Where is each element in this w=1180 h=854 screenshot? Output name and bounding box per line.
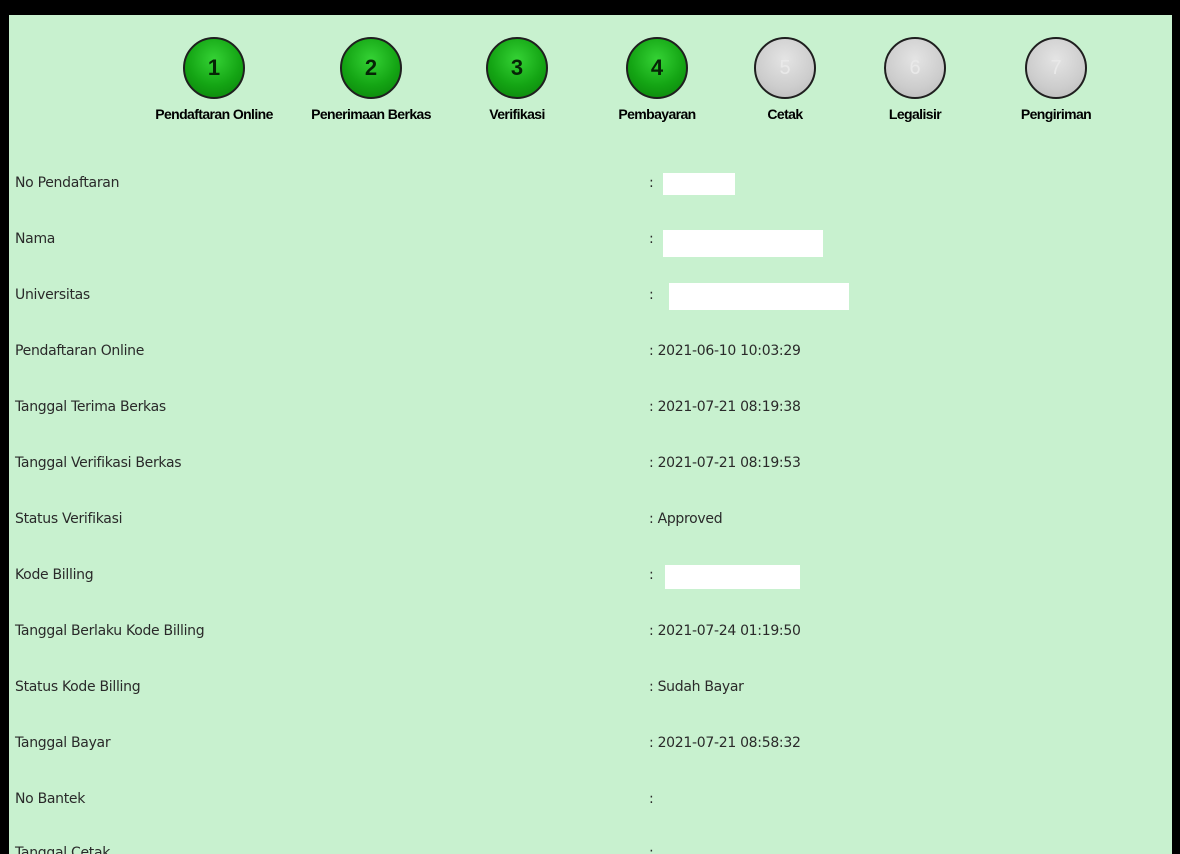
detail-label: Status Verifikasi	[15, 511, 123, 527]
detail-label: Nama	[15, 231, 56, 247]
detail-row-pendaftaran-online: Pendaftaran Online : 2021-06-10 10:03:29	[9, 339, 1172, 369]
detail-row-no-bantek: No Bantek :	[9, 787, 1172, 817]
redaction-box	[669, 283, 849, 310]
detail-label: No Pendaftaran	[15, 175, 120, 191]
detail-row-universitas: Universitas :	[9, 283, 1172, 313]
step-1-circle-icon: 1	[183, 37, 245, 99]
detail-value: : Approved	[649, 511, 723, 527]
step-number: 4	[650, 55, 664, 80]
step-label: Pengiriman	[1020, 106, 1092, 122]
redaction-box	[663, 230, 823, 257]
detail-row-tanggal-cetak: Tanggal Cetak :	[9, 841, 1172, 854]
step-4-circle-icon: 4	[626, 37, 688, 99]
detail-row-tanggal-berlaku-kode-billing: Tanggal Berlaku Kode Billing : 2021-07-2…	[9, 619, 1172, 649]
redaction-box	[663, 173, 735, 195]
step-3-circle-icon: 3	[486, 37, 548, 99]
redaction-box	[665, 565, 800, 589]
detail-value: : 2021-07-21 08:58:32	[649, 735, 801, 751]
detail-value: : 2021-07-21 08:19:53	[649, 455, 801, 471]
step-pengiriman: 7 Pengiriman	[966, 37, 1146, 122]
detail-value: :	[649, 845, 654, 854]
step-5-circle-icon: 5	[754, 37, 816, 99]
detail-value: :	[649, 175, 654, 191]
detail-value: : Sudah Bayar	[649, 679, 744, 695]
detail-row-tanggal-bayar: Tanggal Bayar : 2021-07-21 08:58:32	[9, 731, 1172, 761]
detail-row-tanggal-verifikasi-berkas: Tanggal Verifikasi Berkas : 2021-07-21 0…	[9, 451, 1172, 481]
detail-value: : 2021-07-21 08:19:38	[649, 399, 801, 415]
detail-value: :	[649, 287, 654, 303]
step-2-circle-icon: 2	[340, 37, 402, 99]
detail-row-nama: Nama :	[9, 227, 1172, 257]
detail-row-status-kode-billing: Status Kode Billing : Sudah Bayar	[9, 675, 1172, 705]
detail-label: Tanggal Cetak	[15, 845, 111, 854]
detail-label: Kode Billing	[15, 567, 94, 583]
detail-row-kode-billing: Kode Billing :	[9, 563, 1172, 593]
step-number: 7	[1050, 56, 1062, 79]
detail-row-no-pendaftaran: No Pendaftaran :	[9, 171, 1172, 201]
detail-label: Tanggal Berlaku Kode Billing	[15, 623, 205, 639]
detail-label: Status Kode Billing	[15, 679, 141, 695]
step-7-circle-icon: 7	[1025, 37, 1087, 99]
step-number: 6	[909, 56, 921, 79]
detail-value: :	[649, 567, 654, 583]
step-number: 2	[364, 55, 378, 80]
detail-value: :	[649, 231, 654, 247]
detail-value: :	[649, 791, 654, 807]
registration-status-panel: 1 Pendaftaran Online 2 Penerimaan Berkas…	[9, 15, 1172, 854]
step-pendaftaran-online: 1 Pendaftaran Online	[124, 37, 304, 122]
step-number: 1	[207, 55, 221, 80]
detail-row-tanggal-terima-berkas: Tanggal Terima Berkas : 2021-07-21 08:19…	[9, 395, 1172, 425]
step-number: 5	[779, 56, 791, 79]
progress-steps: 1 Pendaftaran Online 2 Penerimaan Berkas…	[9, 15, 1172, 135]
detail-label: Tanggal Bayar	[15, 735, 111, 751]
detail-value: : 2021-06-10 10:03:29	[649, 343, 801, 359]
detail-label: No Bantek	[15, 791, 86, 807]
detail-value: : 2021-07-24 01:19:50	[649, 623, 801, 639]
detail-label: Universitas	[15, 287, 90, 303]
step-6-circle-icon: 6	[884, 37, 946, 99]
detail-label: Tanggal Terima Berkas	[15, 399, 166, 415]
detail-row-status-verifikasi: Status Verifikasi : Approved	[9, 507, 1172, 537]
detail-label: Pendaftaran Online	[15, 343, 145, 359]
step-number: 3	[510, 55, 524, 80]
step-label: Pendaftaran Online	[155, 106, 273, 122]
detail-label: Tanggal Verifikasi Berkas	[15, 455, 182, 471]
